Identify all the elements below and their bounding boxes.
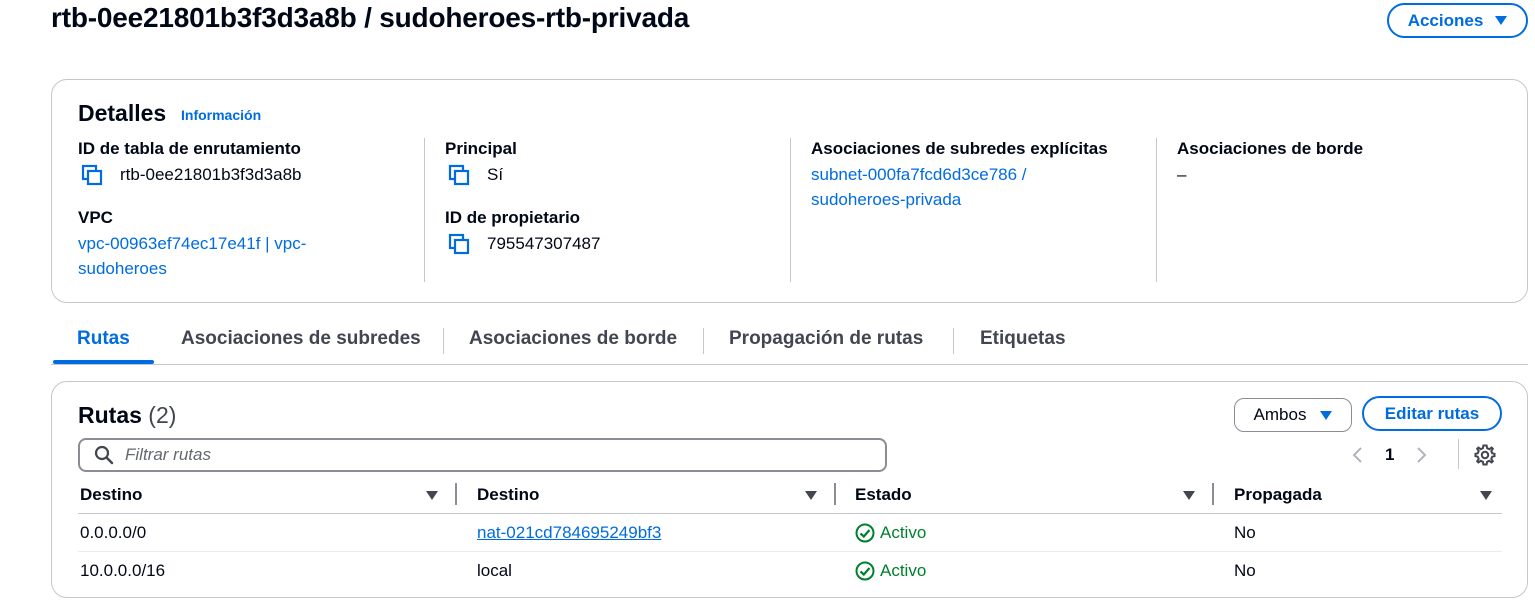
edit-routes-button[interactable]: Editar rutas	[1362, 396, 1502, 431]
status-success-icon	[855, 523, 875, 543]
routes-panel: Rutas (2) Ambos Editar rutas 1 Destino	[51, 381, 1528, 598]
route-status: Activo	[855, 523, 926, 543]
chevron-left-icon[interactable]	[1348, 444, 1368, 466]
caret-down-icon	[1320, 410, 1333, 420]
main-value-row: Sí	[445, 162, 600, 187]
routes-table: Destino Destino Estado Propagada 0.0.0.0…	[78, 482, 1502, 590]
sort-caret-icon[interactable]	[426, 491, 438, 500]
info-link[interactable]: Información	[181, 107, 261, 123]
column-divider	[790, 138, 791, 282]
route-filter-selected: Ambos	[1253, 405, 1307, 424]
column-resizer[interactable]	[1212, 483, 1214, 505]
page-title: rtb-0ee21801b3f3d3a8b / sudoheroes-rtb-p…	[51, 2, 690, 33]
subnet-association-link[interactable]: subnet-000fa7fcd6d3ce786 / sudoheroes-pr…	[811, 162, 1108, 212]
column-resizer[interactable]	[455, 483, 457, 505]
route-status-text: Activo	[880, 523, 927, 542]
copy-icon[interactable]	[448, 233, 470, 255]
route-propagated: No	[1234, 523, 1256, 542]
route-destination: 10.0.0.0/16	[80, 561, 166, 580]
route-target: local	[477, 561, 512, 580]
tab-propagacion-rutas[interactable]: Propagación de rutas	[729, 328, 923, 350]
route-filter-select[interactable]: Ambos	[1234, 398, 1352, 432]
subnet-link-line-2: sudoheroes-privada	[811, 190, 962, 209]
copy-icon[interactable]	[448, 164, 470, 186]
pagination-separator	[1458, 439, 1459, 469]
route-table-id-value: rtb-0ee21801b3f3d3a8b	[78, 162, 306, 187]
filter-routes-box[interactable]	[78, 438, 887, 472]
actions-button-label: Acciones	[1407, 10, 1484, 30]
tab-etiquetas[interactable]: Etiquetas	[980, 328, 1066, 350]
copy-icon[interactable]	[81, 164, 103, 186]
chevron-right-icon[interactable]	[1411, 444, 1431, 466]
sort-caret-icon[interactable]	[1480, 491, 1492, 500]
table-header: Destino Destino Estado Propagada	[78, 482, 1502, 514]
routes-title: Rutas (2)	[78, 402, 176, 429]
tab-separator	[953, 328, 954, 354]
main-label: Principal	[445, 139, 517, 158]
vpc-link-line-1: vpc-00963ef74ec17e41f | vpc-	[78, 234, 307, 253]
vpc-link-line-2: sudoheroes	[78, 259, 167, 278]
details-column-4: Asociaciones de borde –	[1177, 138, 1363, 187]
tab-separator	[703, 328, 704, 354]
route-destination: 0.0.0.0/0	[80, 523, 147, 542]
details-column-1: ID de tabla de enrutamiento rtb-0ee21801…	[78, 138, 306, 281]
column-header-propagated[interactable]: Propagada	[1234, 485, 1322, 505]
tab-separator	[443, 328, 444, 354]
owner-id-value: 795547307487	[487, 234, 601, 253]
sort-caret-icon[interactable]	[805, 491, 817, 500]
column-resizer[interactable]	[834, 483, 836, 505]
status-success-icon	[855, 561, 875, 581]
route-propagated: No	[1234, 561, 1256, 580]
current-page[interactable]: 1	[1385, 445, 1394, 465]
routes-title-text: Rutas	[78, 402, 142, 428]
details-column-2: Principal Sí ID de propietario 795547307…	[445, 138, 600, 256]
column-divider	[1156, 138, 1157, 282]
owner-id-label: ID de propietario	[445, 208, 581, 227]
tab-rutas[interactable]: Rutas	[77, 328, 130, 350]
search-icon	[94, 445, 114, 465]
caret-down-icon	[1495, 16, 1508, 25]
route-table-id: rtb-0ee21801b3f3d3a8b	[120, 165, 302, 184]
column-header-status[interactable]: Estado	[855, 485, 912, 505]
route-status-text: Activo	[880, 561, 927, 580]
details-title: Detalles	[78, 100, 167, 126]
tab-bar: Rutas Asociaciones de subredes Asociacio…	[51, 320, 1528, 365]
owner-id-row: 795547307487	[445, 231, 600, 256]
route-target-link[interactable]: nat-021cd784695249bf3	[477, 523, 661, 543]
subnet-link-line-1: subnet-000fa7fcd6d3ce786 /	[811, 165, 1027, 184]
vpc-link[interactable]: vpc-00963ef74ec17e41f | vpc- sudoheroes	[78, 231, 306, 281]
route-status: Activo	[855, 561, 926, 581]
filter-routes-input[interactable]	[125, 445, 825, 465]
table-row: 10.0.0.0/16 local Activo No	[78, 552, 1502, 590]
tab-asociaciones-subredes[interactable]: Asociaciones de subredes	[181, 328, 421, 350]
vpc-label: VPC	[78, 208, 113, 227]
gear-icon[interactable]	[1473, 443, 1497, 467]
tab-asociaciones-borde[interactable]: Asociaciones de borde	[469, 328, 677, 350]
routes-count: (2)	[148, 402, 177, 428]
actions-button[interactable]: Acciones	[1387, 3, 1528, 38]
table-row: 0.0.0.0/0 nat-021cd784695249bf3 Activo N…	[78, 514, 1502, 552]
main-value: Sí	[487, 165, 504, 184]
details-panel: Detalles Información ID de tabla de enru…	[51, 79, 1528, 303]
active-tab-indicator	[53, 360, 154, 364]
route-table-id-label: ID de tabla de enrutamiento	[78, 139, 301, 158]
edge-associations-value: –	[1177, 165, 1187, 184]
column-header-target[interactable]: Destino	[477, 485, 539, 505]
edge-associations-label: Asociaciones de borde	[1177, 139, 1364, 158]
column-divider	[424, 138, 425, 282]
details-column-3: Asociaciones de subredes explícitas subn…	[811, 138, 1108, 212]
subnet-associations-label: Asociaciones de subredes explícitas	[811, 139, 1108, 158]
sort-caret-icon[interactable]	[1183, 491, 1195, 500]
pagination: 1	[1348, 442, 1431, 468]
column-header-destination[interactable]: Destino	[80, 485, 142, 505]
